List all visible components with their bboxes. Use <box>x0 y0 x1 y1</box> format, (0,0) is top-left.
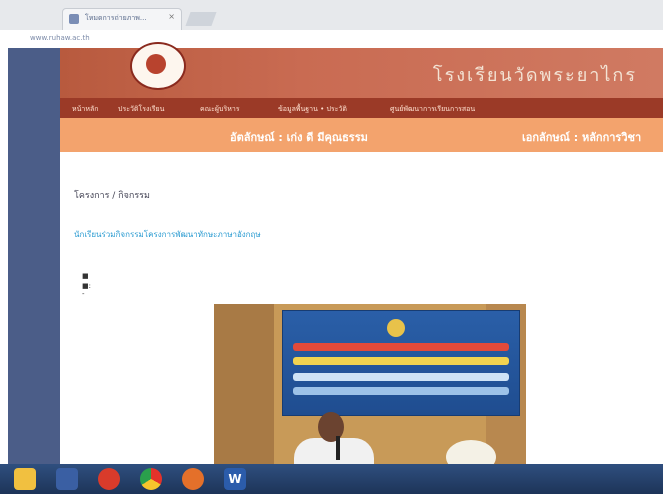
opera-icon[interactable] <box>98 468 120 490</box>
chrome-icon[interactable] <box>140 468 162 490</box>
seal-emblem <box>146 54 166 74</box>
article-title-link[interactable]: นักเรียนร่วมกิจกรรมโครงการพัฒนาทักษะภาษา… <box>74 228 261 241</box>
browser-tab[interactable]: โหมดการถ่ายภาพ... × <box>62 8 182 30</box>
identity-text: อัตลักษณ์ : เก่ง ดี มีคุณธรรม <box>230 131 368 144</box>
nav-item-home[interactable]: หน้าหลัก <box>72 104 98 115</box>
favicon-icon <box>69 14 79 24</box>
school-seal-logo[interactable] <box>130 42 186 90</box>
address-text[interactable]: www.ruhaw.ac.th <box>30 34 90 42</box>
breadcrumb[interactable]: โครงการ / กิจกรรม <box>74 188 150 202</box>
tab-title: โหมดการถ่ายภาพ... <box>85 14 147 22</box>
nav-item-basic-info[interactable]: ข้อมูลพื้นฐาน • ประวัติ <box>278 104 347 115</box>
site-title: โรงเรียนวัดพระยาไกร <box>432 65 637 86</box>
firefox-icon[interactable] <box>182 468 204 490</box>
nav-item-history[interactable]: ประวัติโรงเรียน <box>118 104 164 115</box>
backdrop-banner-line <box>293 387 509 395</box>
backdrop-banner-line <box>293 373 509 381</box>
uniqueness-text: เอกลักษณ์ : หลักการวิชา <box>522 131 642 144</box>
taskbar: W <box>0 464 663 494</box>
address-bar[interactable]: www.ruhaw.ac.th <box>0 30 663 48</box>
wood-wall <box>214 304 274 474</box>
nav-item-admins[interactable]: คณะผู้บริหาร <box>200 104 240 115</box>
identity-bar: อัตลักษณ์ : เก่ง ดี มีคุณธรรม เอกลักษณ์ … <box>60 118 663 152</box>
nav-item-learning-center[interactable]: ศูนย์พัฒนาการเรียนการสอน <box>390 104 475 115</box>
word-icon-label: W <box>228 472 242 486</box>
backdrop-banner-line <box>293 343 509 351</box>
stage-backdrop <box>282 310 520 416</box>
main-nav: หน้าหลัก ประวัติโรงเรียน คณะผู้บริหาร ข้… <box>60 98 663 118</box>
media-icon[interactable] <box>56 468 78 490</box>
backdrop-banner-line <box>293 357 509 365</box>
explorer-icon[interactable] <box>14 468 36 490</box>
person-icon: ■ <box>82 272 89 280</box>
meta-date: : - <box>82 282 91 298</box>
word-icon[interactable]: W <box>224 468 246 490</box>
article-photo[interactable] <box>214 304 526 474</box>
emblem-icon <box>387 319 405 337</box>
calendar-icon: ■: - <box>82 282 91 298</box>
close-tab-icon[interactable]: × <box>168 12 175 21</box>
speaker-head <box>318 412 344 442</box>
browser-tab-strip: โหมดการถ่ายภาพ... × <box>0 0 663 30</box>
microphone <box>336 436 340 460</box>
site-banner: โรงเรียนวัดพระยาไกร <box>60 42 663 98</box>
new-tab-button[interactable] <box>185 12 217 26</box>
